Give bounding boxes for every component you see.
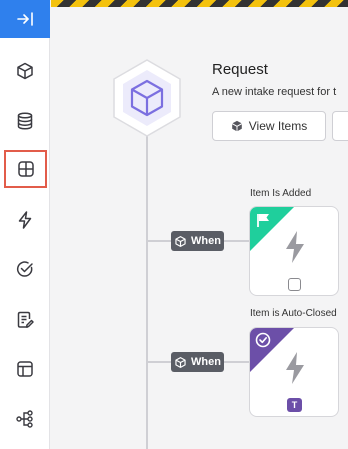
layout-icon <box>17 361 33 377</box>
grid-icon <box>17 161 34 177</box>
lightning-icon <box>286 231 304 263</box>
workflow-canvas[interactable]: Request A new intake request for t View … <box>51 0 348 449</box>
when-badge: When <box>171 231 224 251</box>
sidebar <box>0 0 50 449</box>
sidebar-item-forms[interactable] <box>3 301 47 339</box>
view-items-label: View Items <box>248 119 308 133</box>
checkbox[interactable] <box>288 278 301 291</box>
view-items-button[interactable]: View Items <box>212 111 326 141</box>
sidebar-item-approvals[interactable] <box>3 250 47 288</box>
cube-icon <box>231 120 242 132</box>
sidebar-item-grid[interactable] <box>4 150 47 188</box>
sidebar-item-items[interactable] <box>3 52 47 90</box>
request-node-icon[interactable] <box>107 58 187 138</box>
hazard-stripe-banner <box>51 0 348 7</box>
when-badge: When <box>171 352 224 372</box>
form-edit-icon <box>17 311 34 328</box>
type-badge: T <box>287 398 302 412</box>
sidebar-item-data[interactable] <box>3 102 47 140</box>
expand-sidebar-button[interactable] <box>0 0 50 38</box>
cube-icon <box>175 235 186 247</box>
lightning-icon <box>18 211 32 229</box>
cube-icon <box>175 356 186 368</box>
trigger-label: Item is Auto-Closed <box>250 308 337 319</box>
cube-icon <box>17 62 33 80</box>
trigger-label: Item Is Added <box>250 188 312 199</box>
arrow-right-to-bar-icon <box>17 12 33 26</box>
sidebar-item-workflows[interactable] <box>3 400 47 438</box>
check-circle-icon <box>16 261 33 277</box>
request-action-button[interactable] <box>332 111 348 141</box>
request-description: A new intake request for t <box>212 86 337 98</box>
sidebar-item-triggers[interactable] <box>3 201 47 239</box>
connector-line <box>146 128 148 449</box>
database-icon <box>17 112 33 130</box>
workflow-icon <box>16 410 33 428</box>
request-title: Request <box>212 61 268 78</box>
trigger-card-item-added[interactable] <box>249 206 339 296</box>
sidebar-item-layouts[interactable] <box>3 350 47 388</box>
lightning-icon <box>286 352 304 384</box>
trigger-card-item-auto-closed[interactable]: T <box>249 327 339 417</box>
